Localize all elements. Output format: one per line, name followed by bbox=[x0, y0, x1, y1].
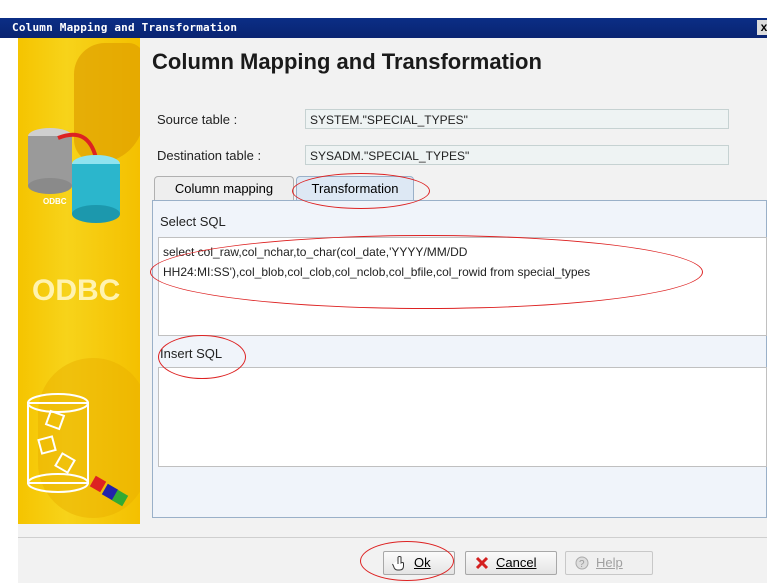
footer-divider bbox=[18, 537, 767, 538]
destination-table-label: Destination table : bbox=[157, 148, 262, 163]
source-table-field: SYSTEM."SPECIAL_TYPES" bbox=[305, 109, 729, 129]
source-table-label: Source table : bbox=[157, 112, 238, 127]
destination-table-field: SYSADM."SPECIAL_TYPES" bbox=[305, 145, 729, 165]
svg-text:?: ? bbox=[579, 559, 585, 570]
select-sql-line: HH24:MI:SS'),col_blob,col_clob,col_nclob… bbox=[163, 265, 591, 279]
tab-column-mapping[interactable]: Column mapping bbox=[154, 176, 294, 200]
database-icon bbox=[28, 128, 120, 223]
help-button-label: Help bbox=[596, 555, 623, 570]
insert-sql-textarea[interactable] bbox=[158, 367, 767, 467]
insert-sql-label: Insert SQL bbox=[160, 346, 223, 361]
page-title: Column Mapping and Transformation bbox=[152, 49, 542, 74]
ok-button-label: Ok bbox=[414, 555, 431, 570]
tab-transformation[interactable]: Transformation bbox=[296, 176, 414, 200]
cancel-button-label: Cancel bbox=[496, 555, 537, 570]
banner-logo-text: ODBC bbox=[32, 274, 121, 307]
banner-small-label: ODBC bbox=[43, 197, 67, 206]
select-sql-line: select col_raw,col_nchar,to_char(col_dat… bbox=[163, 245, 468, 259]
wizard-banner: ODBC ODBC bbox=[18, 38, 140, 524]
left-edge bbox=[0, 38, 18, 583]
cancel-button[interactable]: Cancel bbox=[465, 551, 557, 575]
help-icon: ? bbox=[575, 556, 589, 570]
select-sql-textarea[interactable]: select col_raw,col_nchar,to_char(col_dat… bbox=[158, 237, 767, 336]
dialog-window: Column Mapping and Transformation x ODBC… bbox=[0, 0, 767, 583]
ok-button[interactable]: Ok bbox=[383, 551, 455, 575]
close-icon[interactable]: x bbox=[757, 20, 767, 35]
title-bar[interactable]: Column Mapping and Transformation x bbox=[0, 18, 767, 38]
background-strip bbox=[0, 0, 767, 18]
help-button[interactable]: ? Help bbox=[565, 551, 653, 575]
cancel-x-icon bbox=[475, 556, 489, 570]
select-sql-label: Select SQL bbox=[160, 214, 226, 229]
hand-pointer-icon bbox=[392, 556, 404, 571]
cubes-icon bbox=[27, 393, 129, 507]
window-title: Column Mapping and Transformation bbox=[12, 21, 238, 34]
